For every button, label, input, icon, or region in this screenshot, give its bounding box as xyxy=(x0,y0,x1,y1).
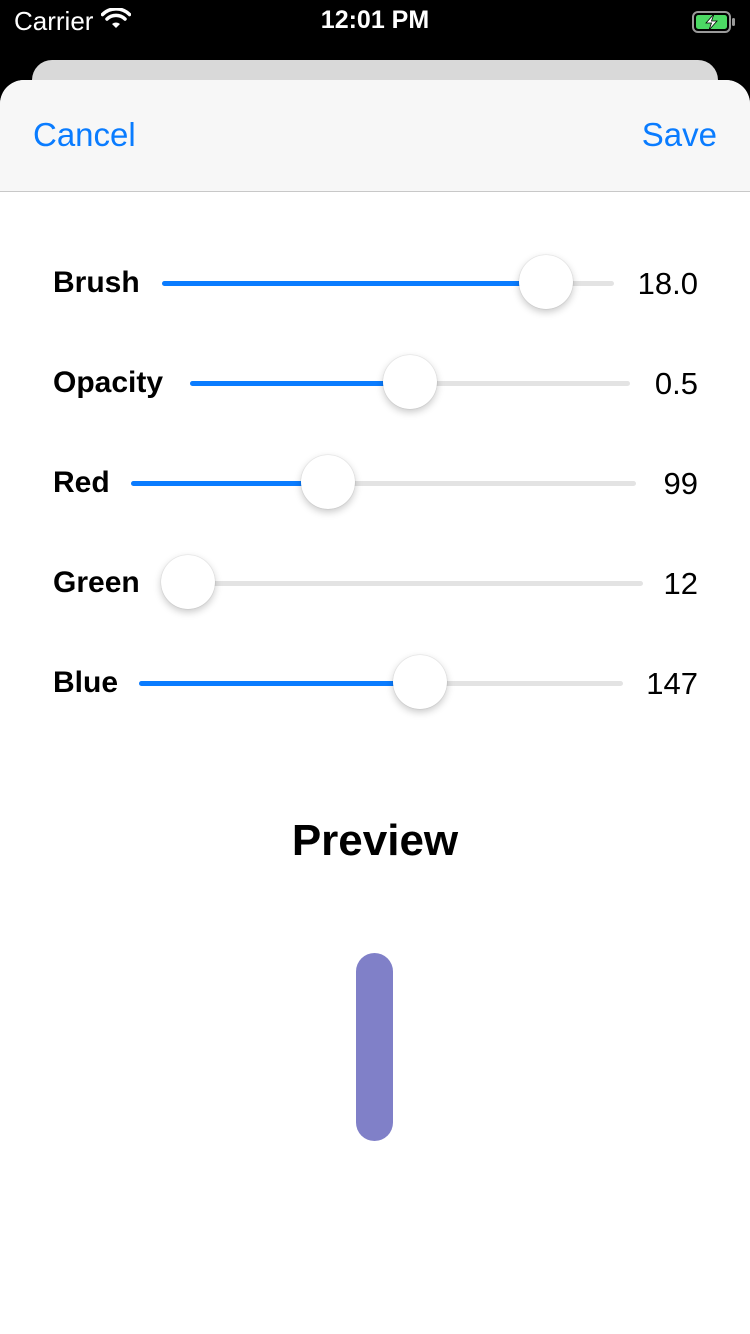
opacity-slider-thumb[interactable] xyxy=(383,355,437,409)
blue-label: Blue xyxy=(53,666,119,699)
green-slider[interactable] xyxy=(160,555,643,609)
brush-row: Brush 18.0 xyxy=(53,252,698,312)
navigation-bar: Cancel Save xyxy=(0,80,750,192)
status-time: 12:01 PM xyxy=(320,6,430,34)
blue-value: 147 xyxy=(646,666,698,701)
brush-slider-thumb[interactable] xyxy=(519,255,574,309)
battery-charging-icon xyxy=(692,9,736,33)
brush-value: 18.0 xyxy=(637,266,698,301)
brush-settings-sheet: Cancel Save Brush 18.0 Opacity 0.5 Red 9… xyxy=(0,80,750,1334)
red-row: Red 99 xyxy=(53,452,698,512)
blue-slider-fill xyxy=(139,681,420,686)
preview-title: Preview xyxy=(291,816,459,865)
opacity-slider[interactable] xyxy=(190,355,630,409)
cancel-button[interactable]: Cancel xyxy=(33,116,136,154)
brush-slider[interactable] xyxy=(162,255,614,309)
brush-slider-fill xyxy=(162,281,547,286)
green-value: 12 xyxy=(663,566,698,601)
opacity-value: 0.5 xyxy=(654,366,698,401)
preview-brush-stroke xyxy=(356,953,393,1141)
save-button[interactable]: Save xyxy=(642,116,717,154)
green-slider-thumb[interactable] xyxy=(160,555,215,609)
green-row: Green 12 xyxy=(53,552,698,612)
brush-label: Brush xyxy=(53,266,140,299)
red-slider[interactable] xyxy=(131,455,636,509)
blue-slider[interactable] xyxy=(139,655,623,709)
red-slider-fill xyxy=(131,481,328,486)
blue-slider-thumb[interactable] xyxy=(392,655,447,709)
opacity-slider-fill xyxy=(190,381,410,386)
green-label: Green xyxy=(53,566,140,599)
opacity-label: Opacity xyxy=(53,366,164,399)
red-label: Red xyxy=(53,466,110,499)
red-value: 99 xyxy=(663,466,698,501)
status-bar: Carrier 12:01 PM xyxy=(0,0,750,42)
blue-row: Blue 147 xyxy=(53,652,698,712)
opacity-row: Opacity 0.5 xyxy=(53,352,698,412)
red-slider-thumb[interactable] xyxy=(300,455,355,509)
